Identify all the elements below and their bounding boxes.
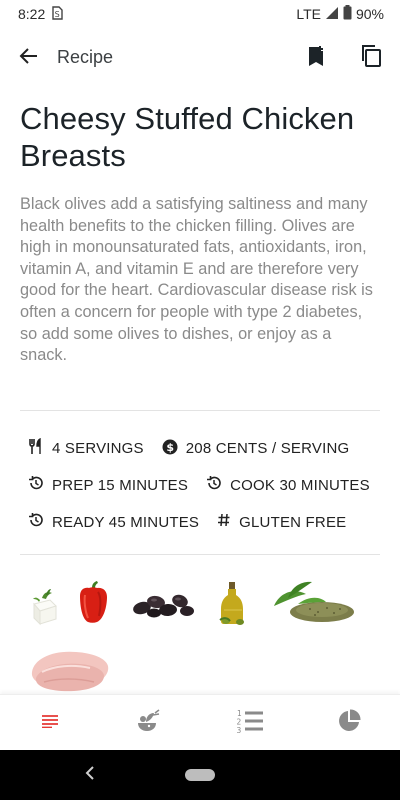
olive-oil-image[interactable] [218, 580, 248, 631]
svg-text:3: 3 [237, 726, 242, 734]
ingredients-icon [136, 708, 162, 738]
history-icon [206, 475, 222, 495]
cook-item: COOK 30 MINUTES [206, 475, 370, 495]
recipe-content: Cheesy Stuffed Chicken Breasts Black oli… [20, 100, 380, 367]
status-time: 8:22 [18, 6, 46, 22]
sim-icon: S [51, 5, 63, 23]
ready-item: READY 45 MINUTES [28, 512, 199, 532]
black-olives-image[interactable] [132, 588, 196, 625]
signal-icon [325, 6, 339, 23]
hashtag-icon [217, 513, 231, 531]
dollar-circle-icon: $ [162, 439, 178, 459]
fork-knife-icon [28, 437, 44, 459]
chicken-breast-image[interactable] [28, 642, 112, 701]
arrow-left-icon [19, 46, 39, 71]
app-title: Recipe [57, 47, 114, 67]
nav-summary[interactable] [32, 705, 68, 741]
cook-label: COOK 30 MINUTES [230, 476, 370, 494]
back-button[interactable] [16, 45, 42, 71]
ingredient-images [20, 572, 380, 697]
app-bar: Recipe [0, 38, 400, 78]
copy-button[interactable] [358, 44, 384, 73]
history-icon [28, 475, 44, 495]
meta-row-1: 4 SERVINGS $ 208 CENTS / SERVING [28, 437, 367, 459]
nav-nutrition[interactable] [331, 705, 367, 741]
diet-label: GLUTEN FREE [239, 513, 347, 531]
diet-item: GLUTEN FREE [217, 513, 346, 531]
recipe-description: Black olives add a satisfying saltiness … [20, 195, 373, 365]
bottom-nav: 1 2 3 [0, 694, 400, 750]
prep-item: PREP 15 MINUTES [28, 475, 188, 495]
battery-label: 90% [355, 6, 384, 22]
ready-label: READY 45 MINUTES [52, 513, 200, 531]
recipe-title: Cheesy Stuffed Chicken Breasts [20, 101, 355, 173]
bookmark-button[interactable] [303, 45, 329, 71]
system-home-button[interactable] [185, 769, 215, 781]
nav-ingredients[interactable] [131, 705, 167, 741]
cost-label: 208 CENTS / SERVING [185, 440, 350, 457]
nav-steps[interactable]: 1 2 3 [232, 705, 268, 741]
status-right: LTE 90% [296, 5, 384, 23]
pie-chart-icon [337, 708, 361, 738]
meta-row-3: READY 45 MINUTES GLUTEN FREE [28, 512, 364, 532]
copy-icon [360, 44, 382, 73]
chevron-left-icon [85, 765, 95, 785]
servings-item: 4 SERVINGS [28, 437, 144, 459]
meta-row-2: PREP 15 MINUTES COOK 30 MINUTES [28, 475, 388, 495]
bookmark-add-icon [306, 45, 326, 72]
red-bell-pepper-image[interactable] [76, 580, 112, 629]
summary-lines-icon [41, 714, 59, 733]
divider-top [20, 410, 380, 411]
svg-text:S: S [55, 10, 60, 19]
svg-text:$: $ [166, 441, 174, 454]
numbered-list-icon: 1 2 3 [236, 708, 264, 739]
feta-cheese-image[interactable] [28, 586, 64, 631]
servings-label: 4 SERVINGS [52, 440, 144, 457]
basil-oregano-image[interactable] [270, 578, 356, 631]
network-label: LTE [296, 6, 321, 22]
status-bar: 8:22 S LTE 90% [0, 0, 400, 28]
battery-icon [343, 5, 352, 23]
system-back-button[interactable] [80, 764, 100, 786]
divider-bottom [20, 554, 380, 555]
status-left: 8:22 S [18, 5, 63, 23]
history-icon [28, 512, 44, 532]
system-nav-bar [0, 750, 400, 800]
cost-item: $ 208 CENTS / SERVING [162, 439, 350, 459]
prep-label: PREP 15 MINUTES [52, 476, 189, 494]
